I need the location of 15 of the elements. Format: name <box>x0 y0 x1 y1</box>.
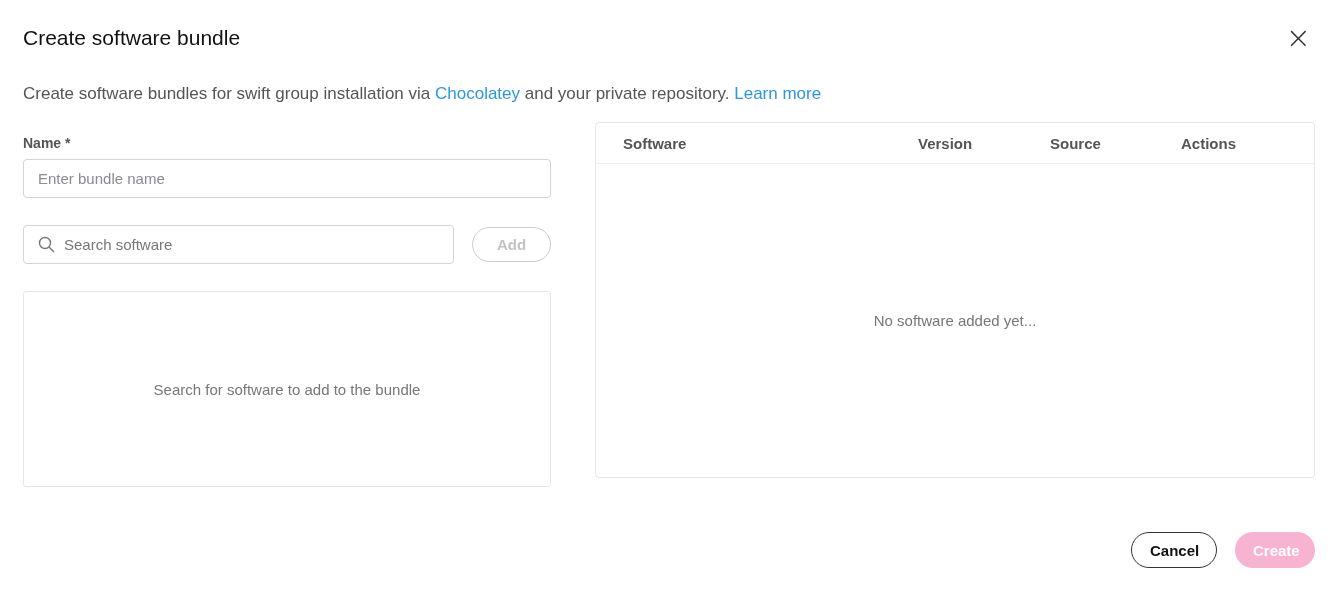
name-field[interactable]: Enter bundle name <box>23 159 551 198</box>
search-field[interactable]: Search software <box>23 225 454 264</box>
empty-message: No software added yet... <box>873 312 1037 329</box>
column-header: Source <box>1050 134 1102 152</box>
intro-text: Create software bundles for swift group installation via Chocolatey and your private repository. Learn more <box>23 83 823 105</box>
cancel-button[interactable]: Cancel <box>1131 532 1217 568</box>
field-label: Name * <box>23 134 72 153</box>
close-button[interactable]: × <box>1281 23 1315 53</box>
empty-message: Search for software to add to the bundle <box>153 380 421 398</box>
text-link[interactable]: Learn more <box>734 84 822 103</box>
column-header: Version <box>918 134 974 152</box>
column-header: Actions <box>1181 134 1237 152</box>
dialog-title: Create software bundle <box>23 26 241 50</box>
text-link[interactable]: Chocolatey <box>435 84 521 103</box>
column-header: Software <box>623 134 688 152</box>
